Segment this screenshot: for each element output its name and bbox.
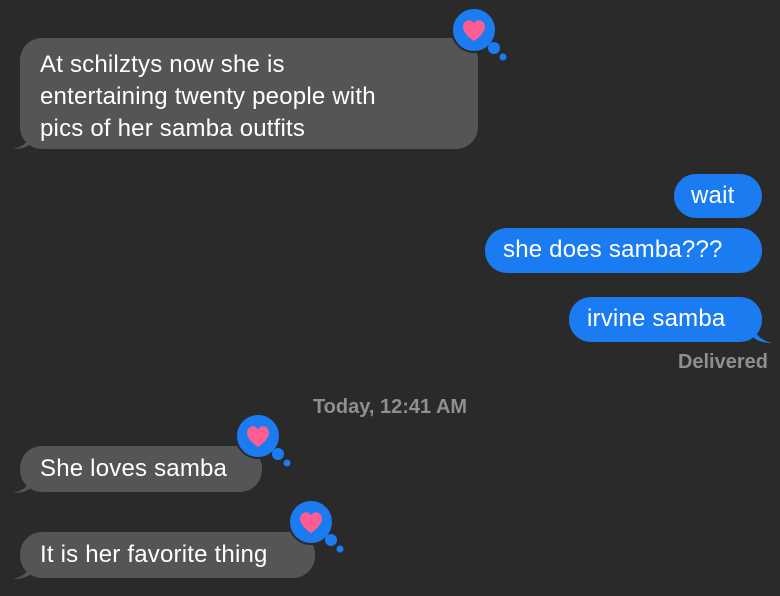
message-text: irvine samba <box>587 305 726 332</box>
message-line: entertaining twenty people with <box>40 83 376 110</box>
message-thread: At schilztys now she is entertaining twe… <box>0 0 780 596</box>
incoming-message[interactable]: At schilztys now she is entertaining twe… <box>20 38 478 149</box>
timestamp-day: Today, <box>312 396 375 418</box>
message-line: At schilztys now she is <box>40 51 285 78</box>
heart-reaction-badge[interactable] <box>287 500 351 556</box>
heart-reaction-badge[interactable] <box>234 414 298 470</box>
outgoing-message[interactable]: irvine samba <box>569 297 762 342</box>
message-line: pics of her samba outfits <box>40 115 306 142</box>
outgoing-message[interactable]: wait <box>674 174 762 218</box>
bubble-tail <box>13 472 33 493</box>
bubble-tail <box>13 558 33 579</box>
message-text: wait <box>691 182 735 209</box>
timestamp: Today, 12:41 AM <box>0 396 780 419</box>
message-text: she does samba??? <box>503 236 723 263</box>
heart-reaction-badge[interactable] <box>450 8 514 64</box>
message-text: It is her favorite thing <box>40 541 268 568</box>
incoming-message[interactable]: It is her favorite thing <box>20 532 315 578</box>
incoming-message[interactable]: She loves samba <box>20 446 262 492</box>
delivered-status: Delivered <box>677 351 768 373</box>
timestamp-time: 12:41 AM <box>379 396 468 418</box>
bubble-tail <box>752 322 772 343</box>
outgoing-message[interactable]: she does samba??? <box>485 228 762 273</box>
bubble-tail <box>13 128 33 149</box>
message-text: She loves samba <box>40 455 228 482</box>
